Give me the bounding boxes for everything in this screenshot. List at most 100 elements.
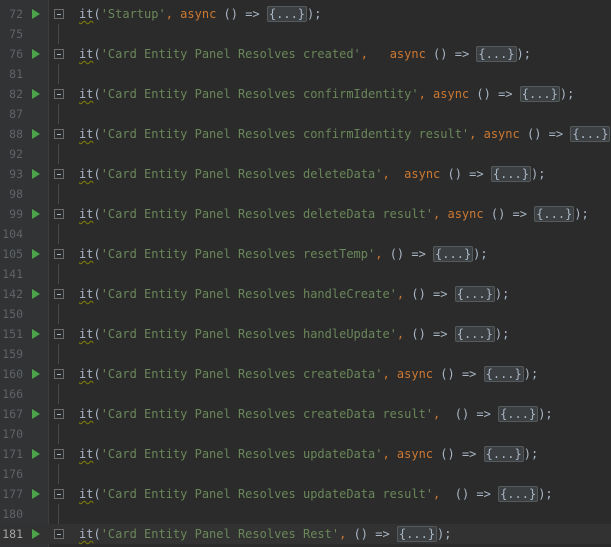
code-line[interactable]: 105 it('Card Entity Panel Resolves resetT…: [0, 244, 611, 264]
run-test-icon[interactable]: [32, 289, 40, 299]
code-line[interactable]: 87: [0, 104, 611, 124]
code-text[interactable]: it('Card Entity Panel Resolves updateDat…: [79, 444, 538, 464]
run-test-icon[interactable]: [32, 129, 40, 139]
code-line[interactable]: 141: [0, 264, 611, 284]
code-line[interactable]: 81: [0, 64, 611, 84]
folded-block[interactable]: {...}: [490, 166, 531, 182]
code-editor[interactable]: 72 it('Startup', async () => {...}); 75 76 i…: [0, 0, 611, 547]
test-name-string: 'Card Entity Panel Resolves handleUpdate…: [100, 327, 397, 341]
run-test-icon[interactable]: [32, 89, 40, 99]
function-name: it: [79, 127, 94, 141]
code-line[interactable]: 170: [0, 424, 611, 444]
code-line[interactable]: 176: [0, 464, 611, 484]
fold-toggle-icon[interactable]: [54, 89, 64, 99]
code-line[interactable]: 99 it('Card Entity Panel Resolves deleteD…: [0, 204, 611, 224]
code-line[interactable]: 167 it('Card Entity Panel Resolves create…: [0, 404, 611, 424]
code-text[interactable]: it('Card Entity Panel Resolves handleUpd…: [79, 324, 509, 344]
code-line[interactable]: 82 it('Card Entity Panel Resolves confirm…: [0, 84, 611, 104]
async-keyword: async: [180, 7, 224, 21]
folded-block[interactable]: {...}: [570, 126, 611, 142]
code-text[interactable]: it('Card Entity Panel Resolves deleteDat…: [79, 164, 545, 184]
folded-block[interactable]: {...}: [534, 206, 575, 222]
code-line[interactable]: 88 it('Card Entity Panel Resolves confirm…: [0, 124, 611, 144]
fold-toggle-icon[interactable]: [54, 529, 64, 539]
code-line[interactable]: 92: [0, 144, 611, 164]
run-test-icon[interactable]: [32, 529, 40, 539]
run-test-icon[interactable]: [32, 209, 40, 219]
closing: );: [538, 407, 553, 421]
code-text[interactable]: it('Card Entity Panel Resolves updateDat…: [79, 484, 553, 504]
code-text[interactable]: it('Card Entity Panel Resolves resetTemp…: [79, 244, 488, 264]
code-text[interactable]: it('Card Entity Panel Resolves confirmId…: [79, 124, 611, 144]
line-number: 159: [2, 347, 23, 361]
fold-toggle-icon[interactable]: [54, 489, 64, 499]
folded-block[interactable]: {...}: [454, 326, 495, 342]
code-text[interactable]: it('Card Entity Panel Resolves createDat…: [79, 364, 538, 384]
folded-block[interactable]: {...}: [483, 446, 524, 462]
fold-toggle-icon[interactable]: [54, 449, 64, 459]
folded-block[interactable]: {...}: [454, 286, 495, 302]
closing: );: [559, 87, 575, 101]
arrow-function: () =>: [411, 327, 455, 341]
code-line[interactable]: 98: [0, 184, 611, 204]
run-test-icon[interactable]: [32, 449, 40, 459]
folded-block[interactable]: {...}: [498, 486, 539, 502]
code-text[interactable]: it('Card Entity Panel Resolves Rest', ()…: [79, 524, 452, 544]
line-number: 181: [2, 527, 23, 541]
fold-toggle-icon[interactable]: [54, 409, 64, 419]
fold-toggle-icon[interactable]: [54, 129, 64, 139]
run-test-icon[interactable]: [32, 49, 40, 59]
code-line[interactable]: 171 it('Card Entity Panel Resolves update…: [0, 444, 611, 464]
fold-toggle-icon[interactable]: [54, 49, 64, 59]
folded-block[interactable]: {...}: [483, 366, 524, 382]
fold-guide: [58, 264, 59, 284]
run-test-icon[interactable]: [32, 249, 40, 259]
code-line[interactable]: 177 it('Card Entity Panel Resolves update…: [0, 484, 611, 504]
run-test-icon[interactable]: [32, 489, 40, 499]
test-name-string: 'Card Entity Panel Resolves updateData r…: [100, 487, 434, 501]
code-line[interactable]: 180: [0, 504, 611, 524]
code-line[interactable]: 151 it('Card Entity Panel Resolves handle…: [0, 324, 611, 344]
arrow-function: () =>: [440, 367, 484, 381]
fold-toggle-icon[interactable]: [54, 169, 64, 179]
run-test-icon[interactable]: [32, 9, 40, 19]
code-text[interactable]: it('Card Entity Panel Resolves created',…: [79, 44, 531, 64]
code-line[interactable]: 104: [0, 224, 611, 244]
closing: );: [437, 527, 452, 541]
run-test-icon[interactable]: [32, 369, 40, 379]
run-test-icon[interactable]: [32, 329, 40, 339]
run-test-icon[interactable]: [32, 409, 40, 419]
code-line[interactable]: 150: [0, 304, 611, 324]
code-line[interactable]: 142 it('Card Entity Panel Resolves handle…: [0, 284, 611, 304]
folded-block[interactable]: {...}: [519, 86, 560, 102]
code-line[interactable]: 93 it('Card Entity Panel Resolves deleteD…: [0, 164, 611, 184]
code-line[interactable]: 75: [0, 24, 611, 44]
code-text[interactable]: it('Card Entity Panel Resolves handleCre…: [79, 284, 509, 304]
code-text[interactable]: it('Card Entity Panel Resolves deleteDat…: [79, 204, 589, 224]
code-text[interactable]: it('Card Entity Panel Resolves confirmId…: [79, 84, 574, 104]
code-line[interactable]: 166: [0, 384, 611, 404]
fold-toggle-icon[interactable]: [54, 209, 64, 219]
fold-toggle-icon[interactable]: [54, 369, 64, 379]
function-name: it: [79, 447, 94, 461]
code-line[interactable]: 76 it('Card Entity Panel Resolves created…: [0, 44, 611, 64]
code-text[interactable]: it('Startup', async () => {...});: [79, 4, 321, 24]
folded-block[interactable]: {...}: [498, 406, 539, 422]
code-line-current[interactable]: 181 it('Card Entity Panel Resolves Rest',…: [0, 524, 611, 544]
code-text[interactable]: it('Card Entity Panel Resolves createDat…: [79, 404, 553, 424]
folded-block[interactable]: {...}: [266, 6, 308, 22]
fold-toggle-icon[interactable]: [54, 249, 64, 259]
code-line[interactable]: 160 it('Card Entity Panel Resolves create…: [0, 364, 611, 384]
line-number: 151: [2, 327, 23, 341]
code-line[interactable]: 72 it('Startup', async () => {...});: [0, 4, 611, 24]
folded-block[interactable]: {...}: [433, 246, 474, 262]
folded-block[interactable]: {...}: [476, 46, 517, 62]
fold-toggle-icon[interactable]: [54, 289, 64, 299]
run-test-icon[interactable]: [32, 169, 40, 179]
code-line[interactable]: 159: [0, 344, 611, 364]
fold-toggle-icon[interactable]: [54, 329, 64, 339]
fold-toggle-icon[interactable]: [54, 9, 64, 19]
line-number: 75: [9, 27, 23, 41]
fold-guide: [58, 384, 59, 404]
folded-block[interactable]: {...}: [396, 526, 438, 542]
